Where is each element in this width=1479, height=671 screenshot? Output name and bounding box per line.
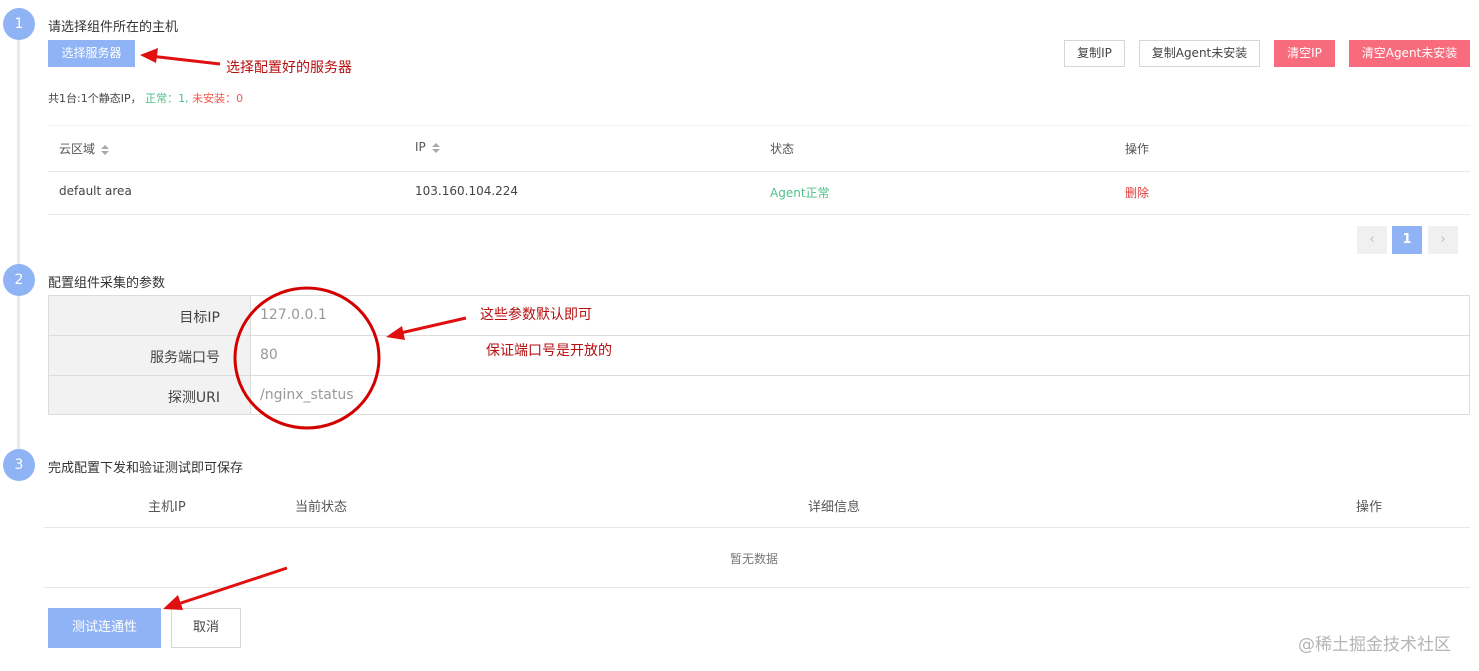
step-1-indicator: 1 (3, 8, 35, 40)
cancel-button[interactable]: 取消 (171, 608, 241, 648)
test-connectivity-button[interactable]: 测试连通性 (48, 608, 161, 648)
probe-uri-input[interactable]: /nginx_status (260, 387, 354, 403)
column-header-action: 操作 (1125, 142, 1150, 156)
sort-icon[interactable] (431, 142, 440, 153)
table-row-divider (48, 214, 1470, 215)
service-port-input[interactable]: 80 (260, 347, 278, 363)
step-3-indicator: 3 (3, 449, 35, 481)
clear-agent-uninstalled-button[interactable]: 清空Agent未安装 (1349, 40, 1470, 67)
pagination-page-1[interactable]: 1 (1392, 226, 1422, 254)
column-header-details: 详细信息 (808, 500, 861, 515)
target-ip-input[interactable]: 127.0.0.1 (260, 307, 327, 323)
column-header-current-status: 当前状态 (295, 500, 348, 515)
watermark: @稀土掘金技术社区 (1298, 635, 1451, 655)
sort-icon[interactable] (101, 144, 110, 155)
column-header-ip[interactable]: IP (415, 140, 440, 154)
row-ip: 103.160.104.224 (415, 184, 519, 198)
step-2-title: 配置组件采集的参数 (48, 276, 166, 291)
select-server-button[interactable]: 选择服务器 (48, 40, 135, 67)
step-2-indicator: 2 (3, 264, 35, 296)
host-summary: 共1台:1个静态IP， 正常：1, 未安装：0 (48, 90, 243, 106)
probe-uri-label: 探测URI (167, 390, 220, 406)
form-row-divider (49, 375, 1469, 376)
pagination-next-button[interactable]: › (1428, 226, 1458, 254)
target-ip-label: 目标IP (179, 310, 220, 326)
arrow-head-icon (140, 48, 158, 63)
copy-agent-uninstalled-button[interactable]: 复制Agent未安装 (1139, 40, 1260, 67)
column-header-status: 状态 (770, 142, 795, 156)
step-3-title: 完成配置下发和验证测试即可保存 (48, 461, 244, 476)
arrow-icon (177, 566, 288, 606)
summary-normal: 正常：1, (145, 92, 189, 105)
annotation-select-server: 选择配置好的服务器 (226, 60, 352, 76)
annotation-default-params: 这些参数默认即可 (480, 307, 592, 323)
clear-ip-button[interactable]: 清空IP (1274, 40, 1335, 67)
empty-data-text: 暂无数据 (730, 552, 779, 566)
annotation-port-open: 保证端口号是开放的 (486, 343, 612, 359)
summary-prefix: 共1台:1个静态IP， (48, 92, 142, 105)
table-top-border (48, 125, 1470, 126)
row-status: Agent正常 (770, 186, 830, 200)
column-header-host-ip: 主机IP (148, 500, 186, 515)
result-table-header-divider (44, 527, 1470, 528)
form-row-divider (49, 335, 1469, 336)
step-1-title: 请选择组件所在的主机 (48, 20, 179, 35)
column-header-cloud-area[interactable]: 云区域 (59, 140, 110, 157)
service-port-label: 服务端口号 (150, 350, 220, 366)
result-table-bottom-divider (44, 587, 1470, 588)
step-connector-line (17, 36, 20, 266)
row-cloud-area: default area (59, 184, 132, 198)
pagination-prev-button[interactable]: ‹ (1357, 226, 1387, 254)
copy-ip-button[interactable]: 复制IP (1064, 40, 1125, 67)
step-connector-line (17, 292, 20, 452)
column-header-operation: 操作 (1356, 500, 1383, 515)
table-header-divider (48, 171, 1470, 172)
summary-uninstalled: 未安装：0 (192, 92, 244, 105)
delete-link[interactable]: 删除 (1125, 184, 1149, 201)
arrow-icon (149, 54, 221, 66)
